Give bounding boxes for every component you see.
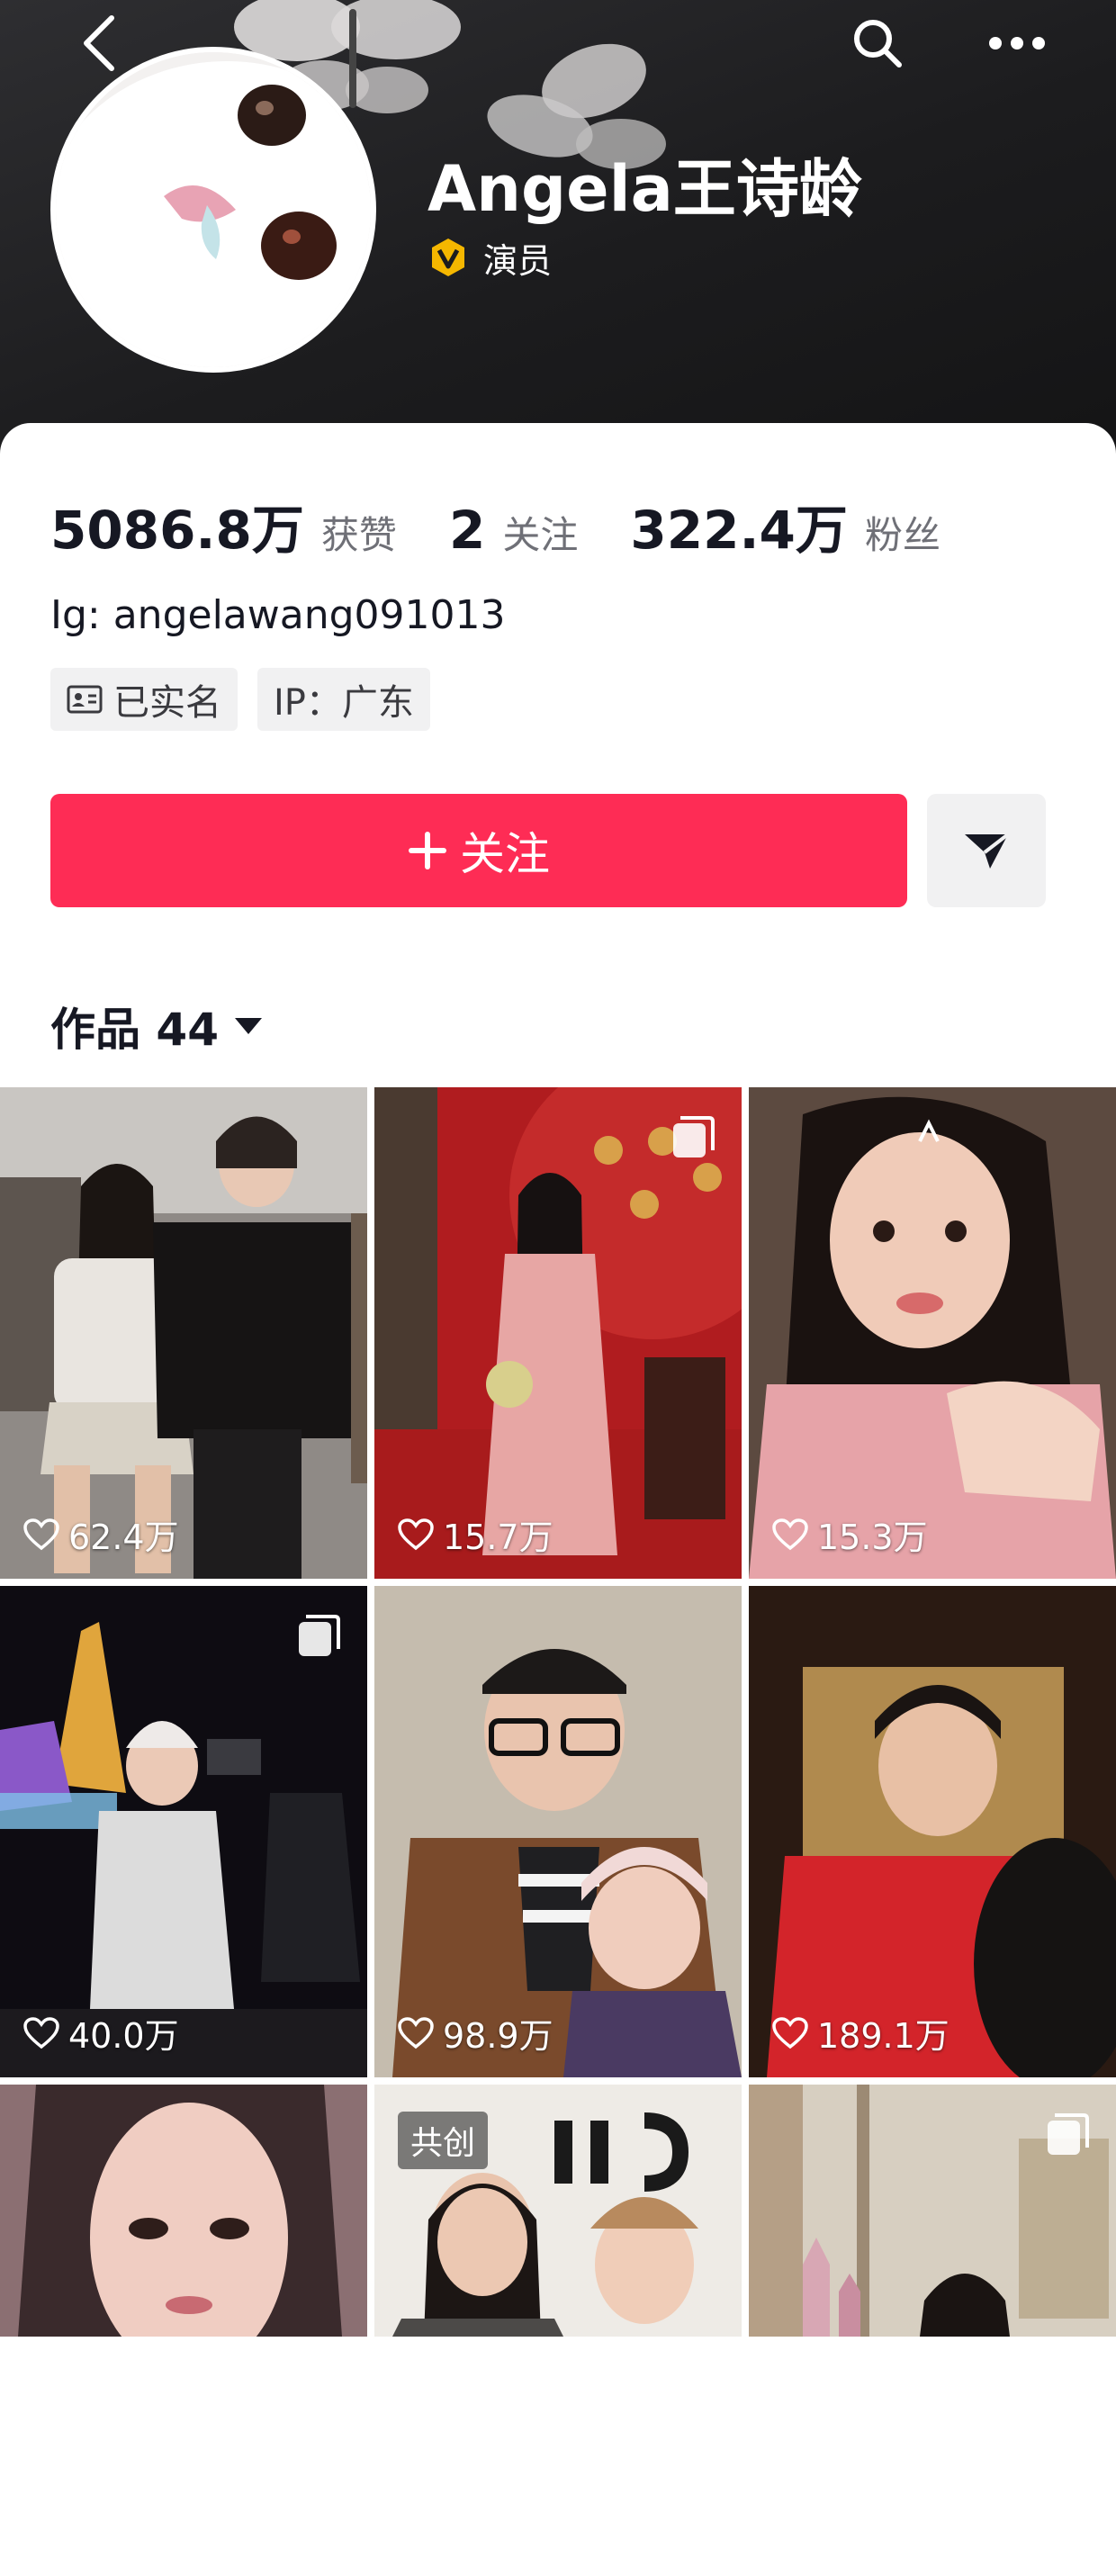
video-tile[interactable]: 98.9万 <box>374 1586 742 2077</box>
like-count-value: 15.7万 <box>443 1518 554 1557</box>
stat-following-label: 关注 <box>502 513 579 557</box>
tag-label: 已实名 <box>113 682 221 724</box>
more-dots-icon <box>989 37 1045 50</box>
like-count: 62.4万 <box>23 1509 179 1559</box>
stat-following-value: 2 <box>448 500 486 561</box>
follow-button[interactable]: 关注 <box>50 794 907 907</box>
profile-header: Angela王诗龄 演员 <box>0 0 1116 468</box>
like-count: 15.3万 <box>772 1509 928 1559</box>
avatar-image <box>56 52 371 367</box>
verified-badge-icon <box>432 239 464 276</box>
video-tile[interactable] <box>0 2085 367 2576</box>
tag-ip-location: IP：广东 <box>257 668 430 731</box>
tab-works-label: 作品 44 <box>50 1004 219 1056</box>
caret-down-icon <box>235 1018 262 1034</box>
tab-works[interactable]: 作品 44 <box>50 990 264 1062</box>
search-icon <box>854 20 902 68</box>
video-thumbnail <box>0 2085 367 2373</box>
tag-verified-identity: 已实名 <box>50 668 238 731</box>
heart-icon <box>398 1518 434 1550</box>
heart-icon <box>772 2016 808 2049</box>
like-count-value: 98.9万 <box>443 2016 554 2056</box>
stat-followers[interactable]: 322.4万 粉丝 <box>630 488 940 563</box>
heart-icon <box>772 1518 808 1550</box>
chevron-left-icon <box>84 15 114 71</box>
plus-icon <box>409 832 446 869</box>
heart-icon <box>398 2016 434 2049</box>
video-tile[interactable] <box>749 2085 1116 2576</box>
video-thumbnail <box>749 1586 1116 2077</box>
id-card-icon <box>67 685 103 714</box>
like-count-value: 15.3万 <box>817 1518 928 1557</box>
video-thumbnail <box>749 1087 1116 1579</box>
follow-label: 关注 <box>460 828 550 880</box>
co-creation-badge: 共创 <box>398 2112 489 2169</box>
video-tile[interactable]: 62.4万 <box>0 1087 367 1579</box>
like-count: 98.9万 <box>398 2008 554 2058</box>
stats-row: 5086.8万 获赞 2 关注 322.4万 粉丝 <box>50 488 993 578</box>
multi-image-icon <box>299 1615 340 1656</box>
search-button[interactable] <box>828 0 927 86</box>
video-grid: 62.4万 15.7万 15.3万 40.0万 98.9万 189.1万 共创 <box>0 1087 1116 2373</box>
video-tile[interactable]: 189.1万 <box>749 1586 1116 2077</box>
stat-likes: 5086.8万 获赞 <box>50 488 397 563</box>
stat-followers-label: 粉丝 <box>864 513 940 557</box>
like-count: 15.7万 <box>398 1509 554 1559</box>
verification-row: 演员 <box>428 234 552 281</box>
profile-bio: Ig: angelawang091013 <box>50 592 506 638</box>
send-message-button[interactable] <box>927 794 1046 907</box>
like-count: 40.0万 <box>23 2008 179 2058</box>
profile-card: 5086.8万 获赞 2 关注 322.4万 粉丝 Ig: angelawang… <box>0 423 1116 1089</box>
multi-image-icon <box>673 1116 715 1157</box>
profile-name: Angela王诗龄 <box>428 152 862 226</box>
more-button[interactable] <box>968 0 1066 86</box>
video-thumbnail <box>374 1586 742 2077</box>
video-thumbnail <box>0 1087 367 1579</box>
profile-tags: 已实名 IP：广东 <box>50 668 450 731</box>
like-count-value: 62.4万 <box>68 1518 179 1557</box>
avatar[interactable] <box>50 47 376 373</box>
like-count-value: 40.0万 <box>68 2016 179 2056</box>
stat-likes-value: 5086.8万 <box>50 500 304 561</box>
verification-label: 演员 <box>483 240 553 281</box>
heart-icon <box>23 2016 59 2049</box>
heart-icon <box>23 1518 59 1550</box>
video-tile[interactable]: 15.7万 <box>374 1087 742 1579</box>
stat-likes-label: 获赞 <box>320 513 397 557</box>
stat-followers-value: 322.4万 <box>630 500 848 561</box>
video-tile[interactable]: 15.3万 <box>749 1087 1116 1579</box>
video-tile[interactable]: 40.0万 <box>0 1586 367 2077</box>
like-count-value: 189.1万 <box>817 2016 950 2056</box>
send-icon <box>965 833 1010 869</box>
tag-label: IP：广东 <box>274 682 414 724</box>
like-count: 189.1万 <box>772 2008 950 2058</box>
stat-following[interactable]: 2 关注 <box>449 500 578 561</box>
multi-image-icon <box>1048 2113 1089 2155</box>
video-tile[interactable]: 共创 <box>374 2085 742 2576</box>
